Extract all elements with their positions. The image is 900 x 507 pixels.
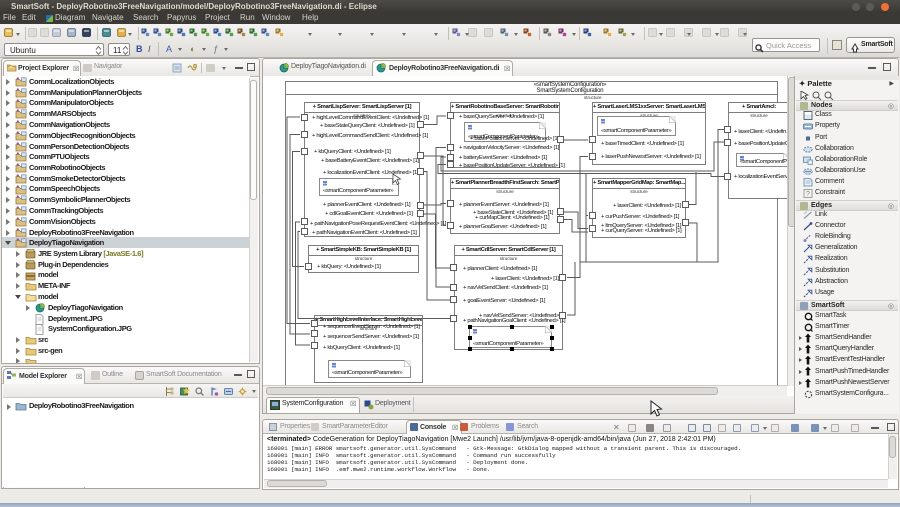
svg-text:?: ?: [806, 191, 810, 198]
